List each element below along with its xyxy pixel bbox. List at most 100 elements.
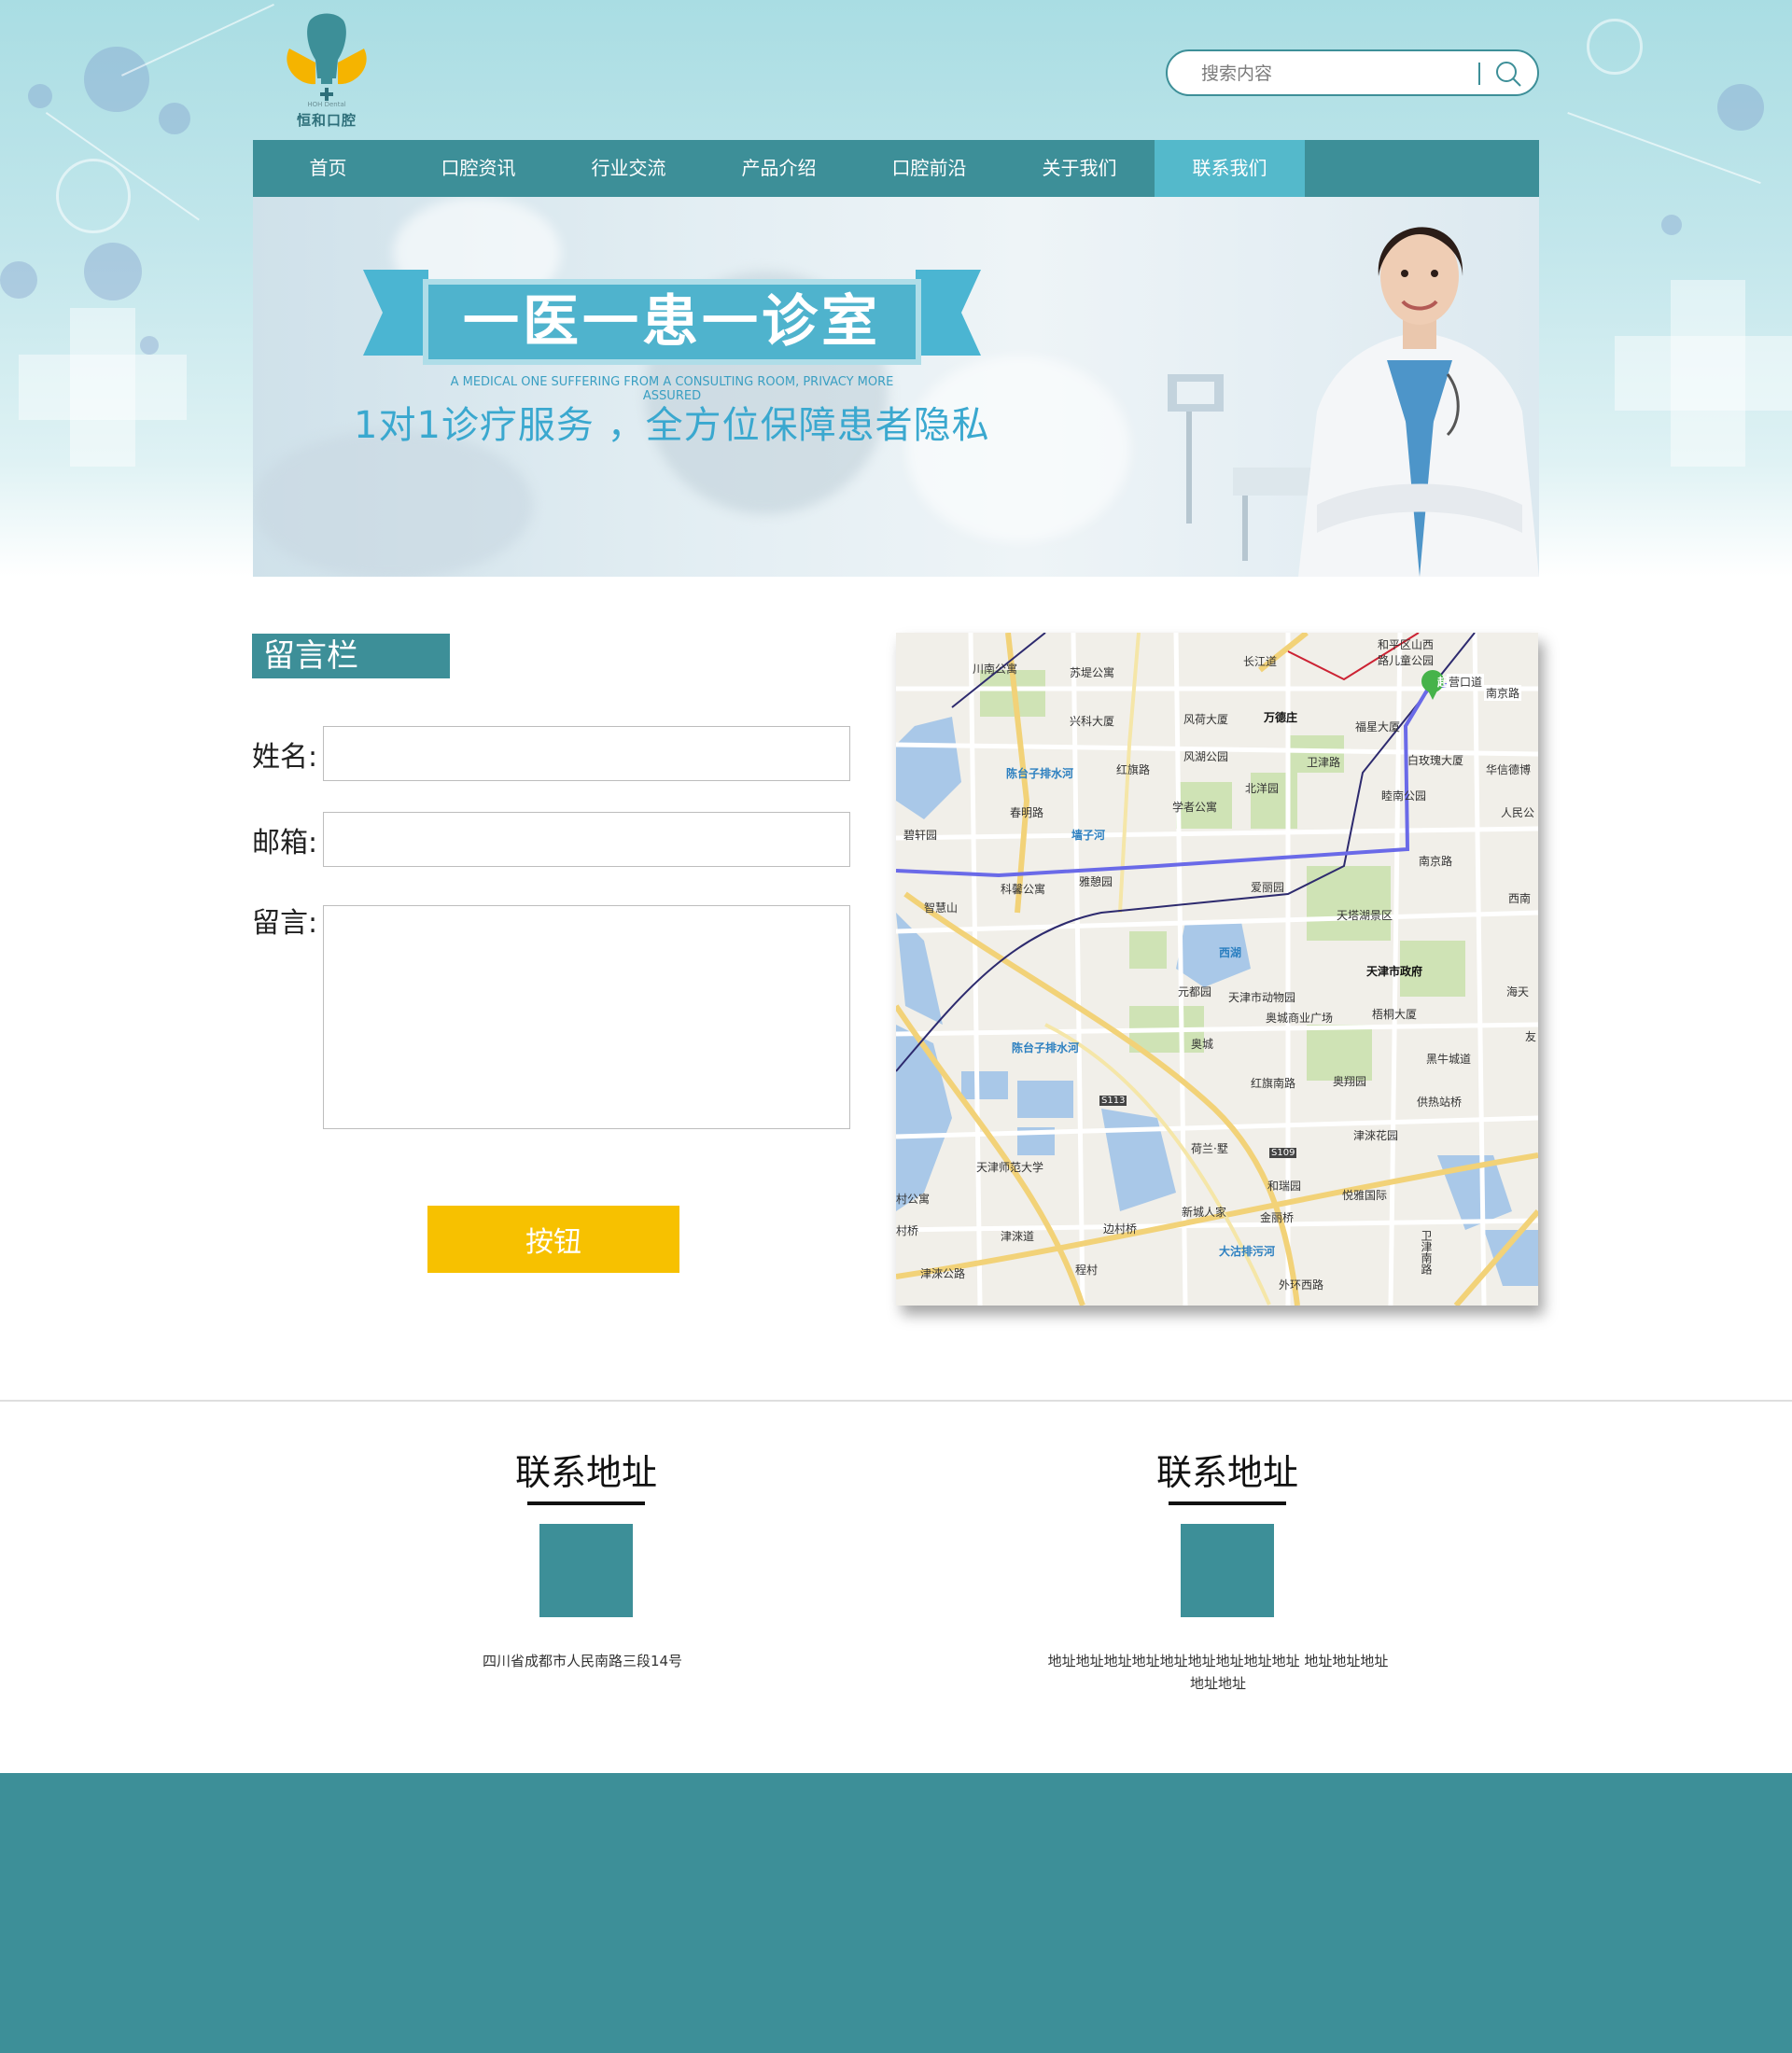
nav-item-home[interactable]: 首页 <box>253 140 403 197</box>
map-label: 金丽桥 <box>1260 1211 1295 1224</box>
contact-underline-2 <box>1169 1501 1286 1505</box>
map-label: 苏堤公寓 <box>1070 666 1115 679</box>
nav-item-industry-exchange[interactable]: 行业交流 <box>553 140 704 197</box>
decor-molecule <box>28 84 52 108</box>
name-label: 姓名: <box>252 741 318 774</box>
map-label: 新城人家 <box>1182 1206 1227 1219</box>
map-label: 津淶花园 <box>1353 1129 1399 1142</box>
map-label: 天津市动物园 <box>1228 991 1296 1004</box>
map-label: 卫津南路 <box>1420 1230 1433 1275</box>
map-label: 川南公寓 <box>973 663 1018 676</box>
logo-name: 恒和口腔 <box>296 112 357 129</box>
decor-molecule <box>1661 215 1682 235</box>
contact-title-2: 联系地址 <box>1155 1452 1298 1493</box>
map-label: 奥翔园 <box>1333 1075 1367 1088</box>
ribbon-left-tail <box>363 270 428 356</box>
map-label: 村桥 <box>896 1224 919 1237</box>
map-label: 红旗南路 <box>1251 1077 1296 1090</box>
map-label: 边村桥 <box>1103 1222 1138 1236</box>
map-label: S113 <box>1099 1096 1127 1106</box>
name-field[interactable] <box>323 726 850 781</box>
map-label: 墙子河 <box>1071 829 1106 842</box>
logo-subtitle: HOH Dental <box>307 101 346 108</box>
map-label: 大沽排污河 <box>1219 1245 1276 1258</box>
map-label: 兴科大厦 <box>1070 715 1115 728</box>
map-label: 红旗路 <box>1116 763 1151 776</box>
hero-banner: 一医一患一诊室 A MEDICAL ONE SUFFERING FROM A C… <box>253 197 1539 577</box>
map-label: 爱丽园 <box>1251 881 1285 894</box>
search-input[interactable] <box>1201 61 1472 87</box>
decor-cross <box>70 308 135 467</box>
email-field[interactable] <box>323 812 850 867</box>
contact-address-2: 地址地址地址地址地址地址地址地址地址 地址地址地址地址地址 <box>1047 1653 1389 1692</box>
map-label: 元都园 <box>1178 985 1212 999</box>
map-label: 和瑞园 <box>1267 1180 1302 1193</box>
search-divider <box>1478 63 1480 85</box>
location-map[interactable]: 起 川南公寓 苏堤公寓 长江道 和平区山西路儿童公园 营口道 南京路 兴科大厦 … <box>896 633 1538 1306</box>
map-label: 津淶道 <box>1001 1230 1035 1243</box>
map-label: 卫津路 <box>1307 756 1341 769</box>
map-label: 村公寓 <box>896 1193 931 1206</box>
banner-blur-shape <box>253 430 533 577</box>
map-label: 风荷大厦 <box>1183 713 1229 726</box>
decor-molecule <box>0 261 37 299</box>
map-label: 福星大厦 <box>1355 720 1401 733</box>
doctor-image <box>1298 227 1539 577</box>
map-label: 悦雅国际 <box>1342 1189 1388 1202</box>
search-icon[interactable] <box>1494 60 1522 88</box>
search-box <box>1166 49 1539 96</box>
map-label: 天津师范大学 <box>976 1161 1044 1174</box>
map-label: 西南 <box>1508 892 1532 905</box>
map-label: 睦南公园 <box>1381 789 1427 803</box>
nav-item-dental-frontier[interactable]: 口腔前沿 <box>854 140 1004 197</box>
map-label: 陈台子排水河 <box>1012 1041 1080 1054</box>
decor-molecule <box>1717 84 1764 131</box>
banner-blur-shape <box>906 356 1130 542</box>
map-label: 长江道 <box>1243 655 1278 668</box>
map-label: 西湖 <box>1219 946 1242 959</box>
tooth-logo-icon <box>287 13 367 101</box>
decor-cross <box>1671 280 1745 467</box>
map-label: 春明路 <box>1010 806 1044 819</box>
message-label: 留言: <box>252 907 318 940</box>
nav-item-contact-us[interactable]: 联系我们 <box>1155 140 1305 197</box>
footer <box>0 1773 1792 2053</box>
contact-title-1: 联系地址 <box>514 1452 657 1493</box>
map-label: 程村 <box>1075 1264 1099 1277</box>
map-label: 白玫瑰大厦 <box>1407 754 1464 767</box>
map-label: 奥城 <box>1191 1038 1214 1051</box>
map-label: 科馨公寓 <box>1001 883 1046 896</box>
decor-molecule <box>84 243 142 300</box>
decor-ring <box>56 159 131 233</box>
map-label: 陈台子排水河 <box>1006 767 1074 780</box>
email-label: 邮箱: <box>252 827 318 859</box>
map-label: 奥城商业广场 <box>1266 1012 1334 1025</box>
map-label: 万德庄 <box>1264 711 1298 724</box>
nav-item-dental-news[interactable]: 口腔资讯 <box>403 140 553 197</box>
map-label: 津淶公路 <box>920 1267 966 1280</box>
logo[interactable]: HOH Dental 恒和口腔 <box>280 11 373 133</box>
map-label: 风湖公园 <box>1183 750 1229 763</box>
map-label: 梧桐大厦 <box>1372 1008 1418 1021</box>
map-label: 智慧山 <box>924 901 959 915</box>
message-field[interactable] <box>323 905 850 1129</box>
message-board-heading: 留言栏 <box>252 634 450 678</box>
map-label: 海天 <box>1506 985 1530 999</box>
map-label: S109 <box>1269 1148 1297 1158</box>
nav-item-products[interactable]: 产品介绍 <box>704 140 854 197</box>
map-label: 南京路 <box>1484 685 1522 701</box>
decor-ring <box>1587 19 1643 75</box>
map-label: 华信德博 <box>1486 763 1532 776</box>
contact-address-1: 四川省成都市人民南路三段14号 <box>482 1653 683 1669</box>
banner-title: 一医一患一诊室 <box>463 289 881 355</box>
map-label: 北洋园 <box>1245 782 1280 795</box>
map-label: 雅憩园 <box>1079 875 1113 888</box>
decor-molecule <box>84 47 149 112</box>
submit-button[interactable]: 按钮 <box>427 1206 679 1273</box>
nav-item-about-us[interactable]: 关于我们 <box>1004 140 1155 197</box>
map-label: 天津市政府 <box>1366 965 1423 978</box>
banner-subtitle: 1对1诊疗服务 ，全方位保障患者隐私 <box>354 404 990 447</box>
map-label: 学者公寓 <box>1172 801 1218 814</box>
contact-underline-1 <box>527 1501 645 1505</box>
contact-image-1 <box>539 1524 633 1617</box>
